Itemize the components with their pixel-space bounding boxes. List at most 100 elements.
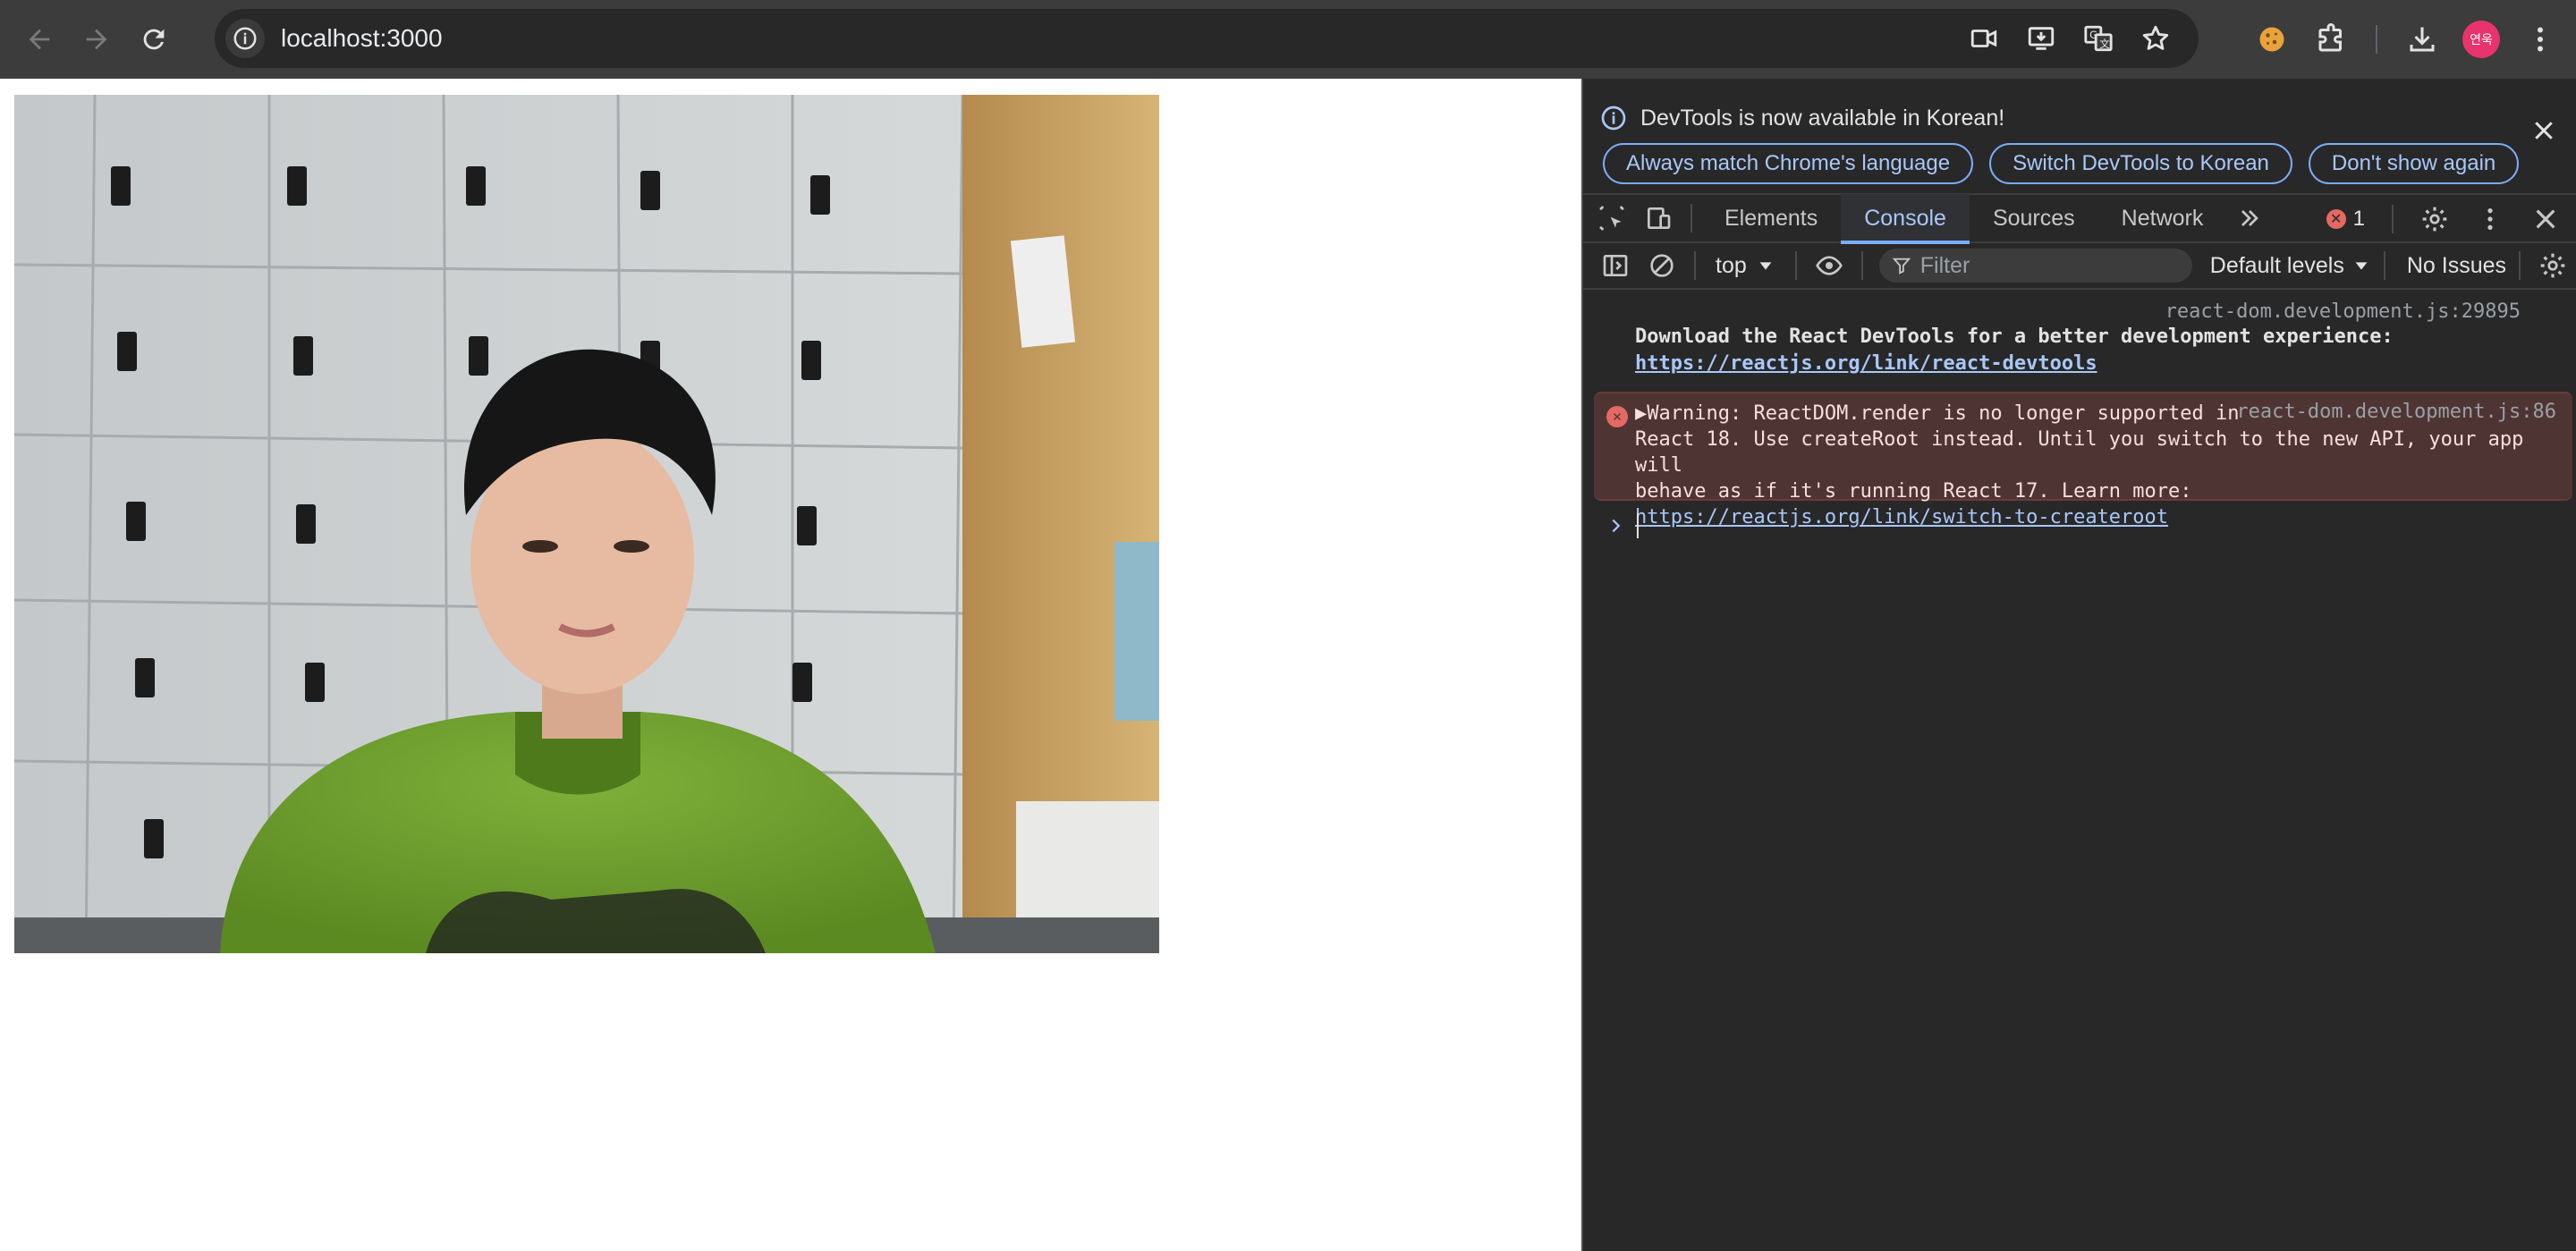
double-chevron-right-icon	[2241, 210, 2259, 226]
message-line: React 18. Use createRoot instead. Until …	[1635, 428, 2524, 477]
error-count: 1	[2352, 207, 2365, 231]
close-icon	[2535, 122, 2553, 139]
filter-placeholder: Filter	[1919, 252, 1970, 278]
webcam-frame-image	[14, 95, 1159, 953]
message-link[interactable]: https://reactjs.org/link/react-devtools	[1635, 351, 2394, 377]
console-filter-input[interactable]: Filter	[1878, 249, 2192, 283]
inspect-icon	[1599, 206, 1624, 231]
tabbar-divider	[2392, 205, 2394, 233]
url-text[interactable]: localhost:3000	[281, 24, 443, 53]
message-line-text: Warning: ReactDOM.render is no longer su…	[1647, 402, 2240, 425]
error-x-icon: ✕	[2326, 209, 2346, 229]
devtools-settings-button[interactable]	[2411, 196, 2458, 242]
forward-icon	[86, 29, 107, 50]
extensions-button[interactable]	[2308, 16, 2354, 63]
console-toolbar: top Filter Default levels No Issues	[1583, 243, 2576, 290]
toolbar-divider	[2519, 251, 2521, 280]
always-match-language-button[interactable]: Always match Chrome's language	[1603, 143, 1974, 184]
reload-icon	[143, 29, 165, 50]
device-toolbar-button[interactable]	[1635, 195, 1682, 241]
clear-console-button[interactable]	[1639, 242, 1685, 289]
svg-text:文: 文	[2099, 38, 2109, 50]
issues-counter[interactable]: No Issues	[2407, 253, 2506, 279]
back-icon	[29, 29, 50, 50]
console-prompt[interactable]	[1606, 513, 1639, 538]
infobar-close-button[interactable]	[2526, 113, 2562, 148]
gear-icon	[2422, 207, 2447, 232]
prompt-chevron-icon	[1612, 519, 1621, 533]
live-expression-button[interactable]	[1806, 242, 1852, 289]
message-text: ▶Warning: ReactDOM.render is no longer s…	[1635, 401, 2556, 530]
console-message: react-dom.development.js:29895 Download …	[1583, 300, 2576, 386]
camera-button[interactable]	[1964, 19, 2004, 58]
close-icon	[2536, 209, 2555, 229]
tab-console[interactable]: Console	[1841, 194, 1970, 244]
caret-down-icon	[1759, 262, 1772, 270]
devtools-tabbar: Elements Console Sources Network ✕ 1	[1583, 194, 2576, 244]
tabbar-divider	[1690, 204, 1692, 232]
tab-sources[interactable]: Sources	[1970, 194, 2098, 242]
cookie-extension-icon	[2259, 27, 2284, 52]
infobar-message-row: DevTools is now available in Korean!	[1599, 104, 2004, 132]
webcam-video[interactable]	[14, 95, 1159, 953]
gear-icon	[2540, 253, 2565, 278]
toolbar-divider	[2376, 25, 2377, 54]
tab-elements[interactable]: Elements	[1701, 194, 1841, 242]
eye-icon	[1815, 256, 1843, 275]
console-settings-button[interactable]	[2529, 242, 2576, 289]
message-line: behave as if it's running React 17. Lear…	[1635, 480, 2192, 503]
message-line: Download the React DevTools for a better…	[1635, 325, 2394, 348]
translate-icon: G文	[2084, 25, 2113, 52]
inspect-element-button[interactable]	[1589, 195, 1635, 241]
chrome-menu-button[interactable]	[2517, 16, 2563, 63]
filter-funnel-icon	[1892, 258, 1911, 275]
bookmark-button[interactable]	[2136, 19, 2175, 58]
bookmark-star-icon	[2142, 25, 2169, 50]
devtools-panel: DevTools is now available in Korean! Alw…	[1581, 79, 2576, 1251]
info-icon	[1601, 106, 1626, 131]
profile-button[interactable]: 연욱	[2458, 16, 2504, 63]
menu-kebab-icon	[2538, 27, 2543, 52]
switch-to-korean-button[interactable]: Switch DevTools to Korean	[1989, 143, 2292, 184]
message-text: Download the React DevTools for a better…	[1635, 324, 2394, 377]
devtools-close-button[interactable]	[2522, 196, 2569, 242]
browser-toolbar: localhost:3000 G文 연욱	[0, 0, 2576, 79]
infobar-message: DevTools is now available in Korean!	[1640, 105, 2005, 131]
cookie-extension-button[interactable]	[2249, 16, 2295, 63]
forward-button[interactable]	[68, 11, 125, 68]
info-icon	[233, 27, 257, 50]
install-app-button[interactable]	[2021, 19, 2061, 58]
block-icon	[1650, 254, 1674, 277]
error-x-icon: ✕	[1606, 406, 1628, 427]
toolbar-divider	[1694, 251, 1696, 280]
expand-triangle-icon[interactable]: ▶	[1635, 402, 1647, 425]
log-levels-value: Default levels	[2209, 252, 2344, 278]
message-line: ▶Warning: ReactDOM.render is no longer s…	[1635, 401, 2556, 427]
message-source-link[interactable]: react-dom.development.js:29895	[2165, 300, 2521, 323]
downloads-button[interactable]	[2399, 16, 2445, 63]
language-infobar: DevTools is now available in Korean! Alw…	[1583, 79, 2576, 195]
toolbar-divider	[1794, 251, 1797, 280]
install-icon	[2028, 27, 2055, 50]
context-selector[interactable]: top	[1705, 253, 1786, 279]
site-info-button[interactable]	[225, 19, 265, 58]
toolbar-divider	[1860, 251, 1863, 280]
tab-network[interactable]: Network	[2098, 194, 2227, 242]
more-tabs-button[interactable]	[2226, 195, 2273, 241]
message-link[interactable]: https://reactjs.org/link/switch-to-creat…	[1635, 504, 2556, 530]
device-toggle-icon	[1648, 207, 1671, 229]
address-bar[interactable]: localhost:3000 G文	[215, 9, 2199, 68]
log-levels-dropdown[interactable]: Default levels	[2210, 253, 2371, 279]
dont-show-again-button[interactable]: Don't show again	[2308, 143, 2520, 184]
svg-text:G: G	[2089, 29, 2097, 41]
camera-icon	[1970, 30, 1997, 47]
error-count-badge[interactable]: ✕ 1	[2326, 207, 2365, 232]
text-caret	[1637, 513, 1639, 538]
translate-button[interactable]: G文	[2079, 19, 2118, 58]
back-button[interactable]	[11, 11, 68, 68]
devtools-menu-button[interactable]	[2467, 196, 2513, 242]
web-page	[0, 79, 1581, 1251]
reload-button[interactable]	[125, 11, 182, 68]
show-sidebar-button[interactable]	[1592, 242, 1639, 289]
context-value: top	[1716, 252, 1747, 278]
